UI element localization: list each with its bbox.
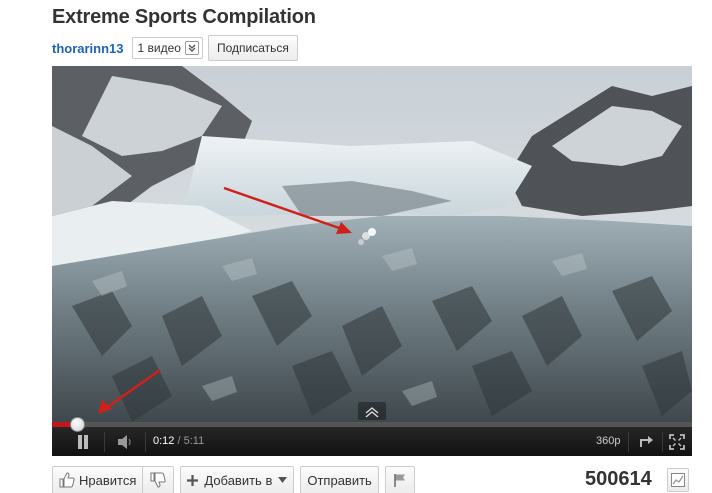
channel-name-link[interactable]: thorarinn13 xyxy=(52,41,124,56)
popout-button[interactable] xyxy=(634,431,658,453)
divider xyxy=(104,432,105,452)
dislike-button[interactable] xyxy=(143,466,175,493)
thumbs-up-icon xyxy=(59,472,75,488)
add-to-label: Добавить в xyxy=(204,472,273,488)
volume-button[interactable] xyxy=(114,431,138,453)
player-controls: 0:12 / 5:11 360p xyxy=(52,417,692,456)
view-count: 500614 xyxy=(585,468,652,490)
video-title: Extreme Sports Compilation xyxy=(52,6,316,28)
channel-row: thorarinn13 1 видео Подписаться xyxy=(52,35,298,61)
share-label: Отправить xyxy=(307,472,372,488)
flag-button[interactable] xyxy=(384,466,415,493)
divider xyxy=(145,432,146,452)
stats-icon xyxy=(671,473,685,487)
progress-handle[interactable] xyxy=(69,417,85,432)
fullscreen-icon xyxy=(669,434,685,450)
expand-icon[interactable] xyxy=(358,402,386,420)
subscribe-label: Подписаться xyxy=(216,41,289,55)
divider xyxy=(662,432,663,452)
current-time: 0:12 xyxy=(153,435,175,447)
flag-icon xyxy=(394,474,405,487)
time-separator: / xyxy=(174,435,184,447)
time-display: 0:12 / 5:11 xyxy=(153,435,204,447)
action-row: Нравится Добавить в Отправить xyxy=(52,466,415,493)
volume-icon xyxy=(118,435,131,449)
popout-icon xyxy=(640,436,653,447)
plus-icon xyxy=(187,474,199,486)
add-to-button[interactable]: Добавить в xyxy=(180,466,295,493)
pause-button[interactable] xyxy=(72,431,94,453)
video-count-dropdown[interactable]: 1 видео xyxy=(131,37,203,59)
pause-icon xyxy=(78,435,88,449)
like-button[interactable]: Нравится xyxy=(52,466,144,493)
share-button[interactable]: Отправить xyxy=(300,466,379,493)
video-player[interactable]: 0:12 / 5:11 360p xyxy=(52,66,692,456)
chevron-down-icon xyxy=(278,477,288,483)
chevron-down-icon xyxy=(184,41,199,55)
progress-bar[interactable] xyxy=(52,417,692,432)
thumbs-down-icon xyxy=(150,472,166,488)
stats-button[interactable] xyxy=(667,468,689,492)
video-frame[interactable] xyxy=(52,66,692,422)
fullscreen-button[interactable] xyxy=(666,431,688,453)
quality-button[interactable]: 360p xyxy=(596,435,620,447)
like-label: Нравится xyxy=(79,472,137,488)
video-count-label: 1 видео xyxy=(137,41,181,55)
divider xyxy=(628,432,629,452)
duration: 5:11 xyxy=(183,435,205,447)
subscribe-button[interactable]: Подписаться xyxy=(207,35,298,61)
